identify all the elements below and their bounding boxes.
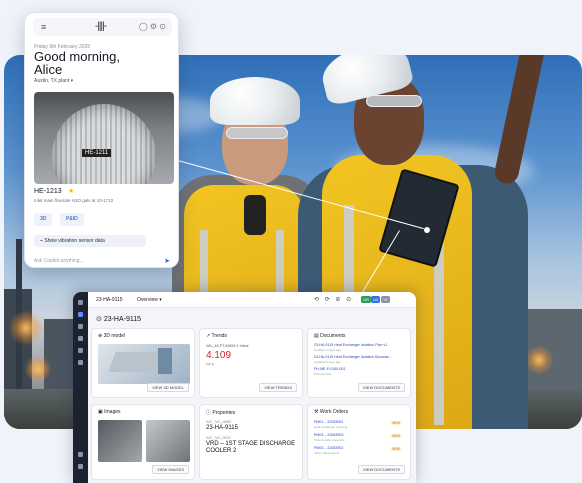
asset-icon: ⊙: [96, 316, 104, 323]
search-icon[interactable]: [78, 324, 83, 329]
view-images-button[interactable]: VIEW IMAGES: [152, 465, 189, 474]
workorder-meta: Valve maintenance: [314, 451, 340, 455]
heat-exchanger-image: [52, 104, 156, 184]
equipment-description: Inlet main flowrate H2O gals at 10-1712: [34, 198, 114, 203]
images-card: ▣ Images VIEW IMAGES: [91, 404, 195, 480]
view-documents-button[interactable]: VIEW DOCUMENTS: [357, 383, 405, 392]
star-icon[interactable]: ★: [68, 187, 74, 195]
status-badge: NEW: [390, 434, 402, 438]
marketing-hero: ≡ -||||- ◯ ⚙ ⊙ Friday 9th February 2025 …: [0, 0, 582, 483]
document-meta: Updated 2 days ago: [314, 348, 341, 352]
status-badge: NEW: [390, 447, 402, 451]
workorders-icon[interactable]: [78, 336, 83, 341]
page-title-text: 23-HA-9115: [103, 316, 142, 323]
properties-card-title: ⓘ Properties: [206, 409, 235, 416]
equipment-id: HE-1213: [34, 188, 62, 195]
view-3d-model-button[interactable]: VIEW 3D MODEL: [147, 383, 189, 392]
model-card-title-text: 3D model: [103, 333, 125, 339]
document-link[interactable]: 23-HA-9115 Heat Exchanger Isolation Boun…: [314, 355, 406, 359]
image-thumbnail[interactable]: [98, 420, 142, 462]
workorder-meta: Tube bundle inspection: [314, 438, 345, 442]
trend-series: VAL_45-PT-92609.X.Value: [206, 344, 249, 348]
send-icon[interactable]: ➤: [164, 257, 170, 265]
property-value: 23-HA-9115: [206, 425, 238, 431]
image-thumbnail[interactable]: [146, 420, 190, 462]
workorder-meta: Heat exchanger cleaning: [314, 425, 348, 429]
3d-button[interactable]: 3D: [34, 213, 53, 226]
location-selector[interactable]: Austin, TX plant ▾: [34, 78, 73, 84]
property-label: SAP_TAG_NAME: [206, 420, 232, 424]
trends-title-text: Trends: [211, 333, 227, 339]
settings-icon[interactable]: [78, 360, 83, 365]
assets-icon[interactable]: [78, 312, 83, 317]
mobile-app-card: ≡ -||||- ◯ ⚙ ⊙ Friday 9th February 2025 …: [24, 12, 179, 268]
documents-title-text: Documents: [320, 333, 346, 339]
vibration-data-button[interactable]: ⌁ Show vibration sensor data: [34, 235, 146, 247]
chevron-down-icon: ▾: [70, 78, 74, 84]
page-title: ⊙ 23-HA-9115: [96, 315, 141, 323]
documents-card: ▤ Documents 23-HA-9115 Heat Exchanger Is…: [307, 328, 411, 398]
toolbar-icons[interactable]: ⟲ ⟳ ⊘ ⊙: [314, 296, 353, 303]
document-link[interactable]: PH-ME-P-0160-001: [314, 367, 406, 371]
view-trends-button[interactable]: VIEW TRENDS: [259, 383, 297, 392]
equipment-photo[interactable]: HE-1211: [34, 92, 174, 184]
mobile-header: ≡ -||||- ◯ ⚙ ⊙: [33, 18, 172, 36]
sidebar: [73, 292, 88, 483]
greeting: Good morning, Alice: [34, 50, 120, 76]
header-icons[interactable]: ◯ ⚙ ⊙: [139, 22, 166, 31]
pid-button[interactable]: P&ID: [60, 213, 84, 226]
user-icon[interactable]: [78, 464, 83, 469]
greeting-line-2: Alice: [34, 62, 63, 77]
copilot-input[interactable]: Ask Copilot anything...: [34, 258, 173, 264]
connector-dot: [424, 227, 430, 233]
properties-card: ⓘ Properties SAP_TAG_NAME 23-HA-9115 SAP…: [199, 404, 303, 480]
help-icon[interactable]: [78, 452, 83, 457]
trends-card-title: ↗ Trends: [206, 333, 227, 339]
trends-card: ↗ Trends VAL_45-PT-92609.X.Value 4.109 b…: [199, 328, 303, 398]
property-value: VRD – 1ST STAGE DISCHARGE COOLER 2: [206, 441, 296, 454]
property-label: SAP_TAG_DESC: [206, 436, 232, 440]
trend-unit: bar g: [206, 362, 214, 366]
workorder-link[interactable]: PM03 – 22083902: [314, 446, 384, 450]
home-icon[interactable]: [78, 300, 83, 305]
documents-card-title: ▤ Documents: [314, 333, 345, 339]
3d-model-preview[interactable]: [98, 344, 190, 384]
desktop-dashboard: 23-HA-9115 Overview ▾ ⟲ ⟳ ⊘ ⊙ GR LB +2 ⊙…: [73, 292, 416, 483]
trend-value: 4.109: [206, 350, 232, 361]
status-badge: NEW: [390, 421, 402, 425]
view-select[interactable]: Overview ▾: [137, 297, 162, 303]
charts-icon[interactable]: [78, 348, 83, 353]
vibration-label: Show vibration sensor data: [44, 238, 105, 244]
workorder-link[interactable]: PM01 – 22083051: [314, 420, 384, 424]
view-workorders-button[interactable]: VIEW DOCUMENTS: [357, 465, 405, 474]
document-link[interactable]: 23-HA-9115 Heat Exchanger Isolation Plan…: [314, 343, 406, 347]
workorders-title-text: Work Orders: [319, 409, 349, 415]
user-badge[interactable]: GR: [361, 296, 371, 303]
logo-icon: -||||-: [95, 21, 107, 32]
model-card: ⊕ 3D model VIEW 3D MODEL: [91, 328, 195, 398]
workorder-link[interactable]: PM03 – 22083903: [314, 433, 384, 437]
model-card-title: ⊕ 3D model: [98, 333, 125, 339]
properties-title-text: Properties: [212, 410, 236, 416]
equipment-tag-plate: HE-1211: [82, 149, 112, 157]
user-badge[interactable]: LB: [371, 296, 380, 303]
location-label: Austin, TX plant: [34, 78, 70, 84]
images-title-text: Images: [104, 409, 121, 415]
breadcrumb[interactable]: 23-HA-9115: [96, 297, 123, 303]
document-meta: Process flow: [314, 372, 332, 376]
workorders-card: ⚒ Work Orders PM01 – 22083051 Heat excha…: [307, 404, 411, 480]
images-card-title: ▣ Images: [98, 409, 121, 415]
document-meta: Updated 5 days ago: [314, 360, 341, 364]
hamburger-icon[interactable]: ≡: [41, 22, 46, 32]
more-users-badge[interactable]: +2: [381, 296, 390, 303]
workorders-card-title: ⚒ Work Orders: [314, 409, 348, 415]
top-bar: 23-HA-9115 Overview ▾ ⟲ ⟳ ⊘ ⊙ GR LB +2: [88, 292, 416, 308]
